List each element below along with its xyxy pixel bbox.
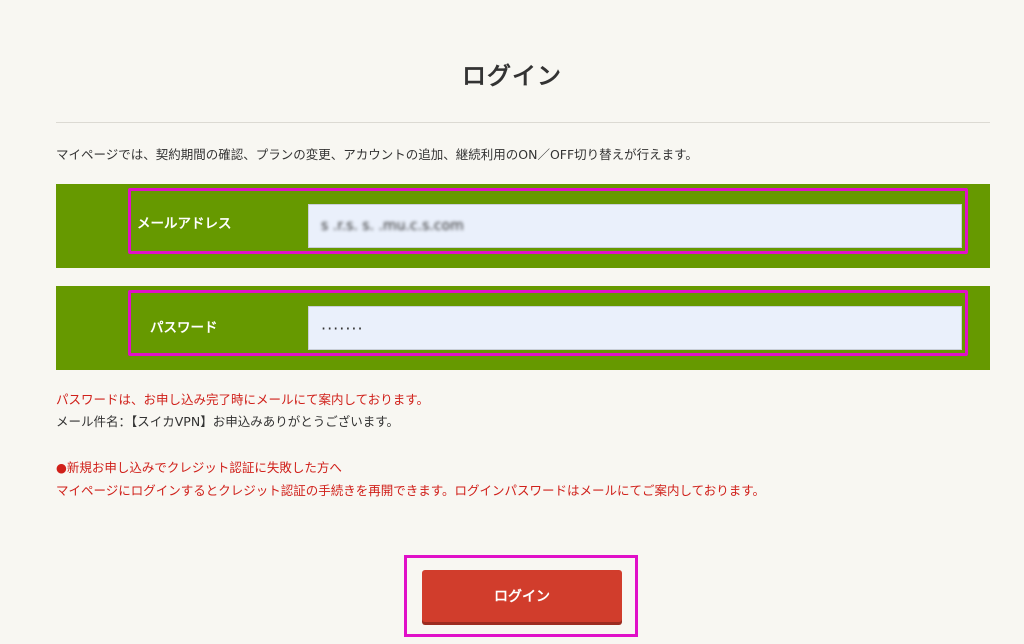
password-value: ······· bbox=[321, 318, 364, 338]
password-row: パスワード ······· bbox=[56, 286, 990, 370]
password-label: パスワード bbox=[150, 320, 218, 336]
page-title: ログイン bbox=[462, 62, 562, 91]
intro-text: マイページでは、契約期間の確認、プランの変更、アカウントの追加、継続利用のON／… bbox=[56, 147, 698, 162]
email-row: メールアドレス s .r.s. s. .mu.c.s.com bbox=[56, 184, 990, 268]
credit-fail-body: マイページにログインするとクレジット認証の手続きを再開できます。ログインパスワー… bbox=[56, 483, 766, 498]
login-button[interactable]: ログイン bbox=[422, 570, 622, 622]
email-value: s .r.s. s. .mu.c.s.com bbox=[321, 218, 464, 234]
credit-fail-title: ●新規お申し込みでクレジット認証に失敗した方へ bbox=[56, 460, 342, 475]
mail-subject-note: メール件名：【スイカVPN】お申込みありがとうございます。 bbox=[56, 414, 399, 429]
password-mail-note: パスワードは、お申し込み完了時にメールにて案内しております。 bbox=[56, 392, 430, 407]
email-label: メールアドレス bbox=[137, 216, 232, 232]
divider bbox=[56, 122, 990, 123]
email-field[interactable]: s .r.s. s. .mu.c.s.com bbox=[308, 204, 962, 248]
password-field[interactable]: ······· bbox=[308, 306, 962, 350]
